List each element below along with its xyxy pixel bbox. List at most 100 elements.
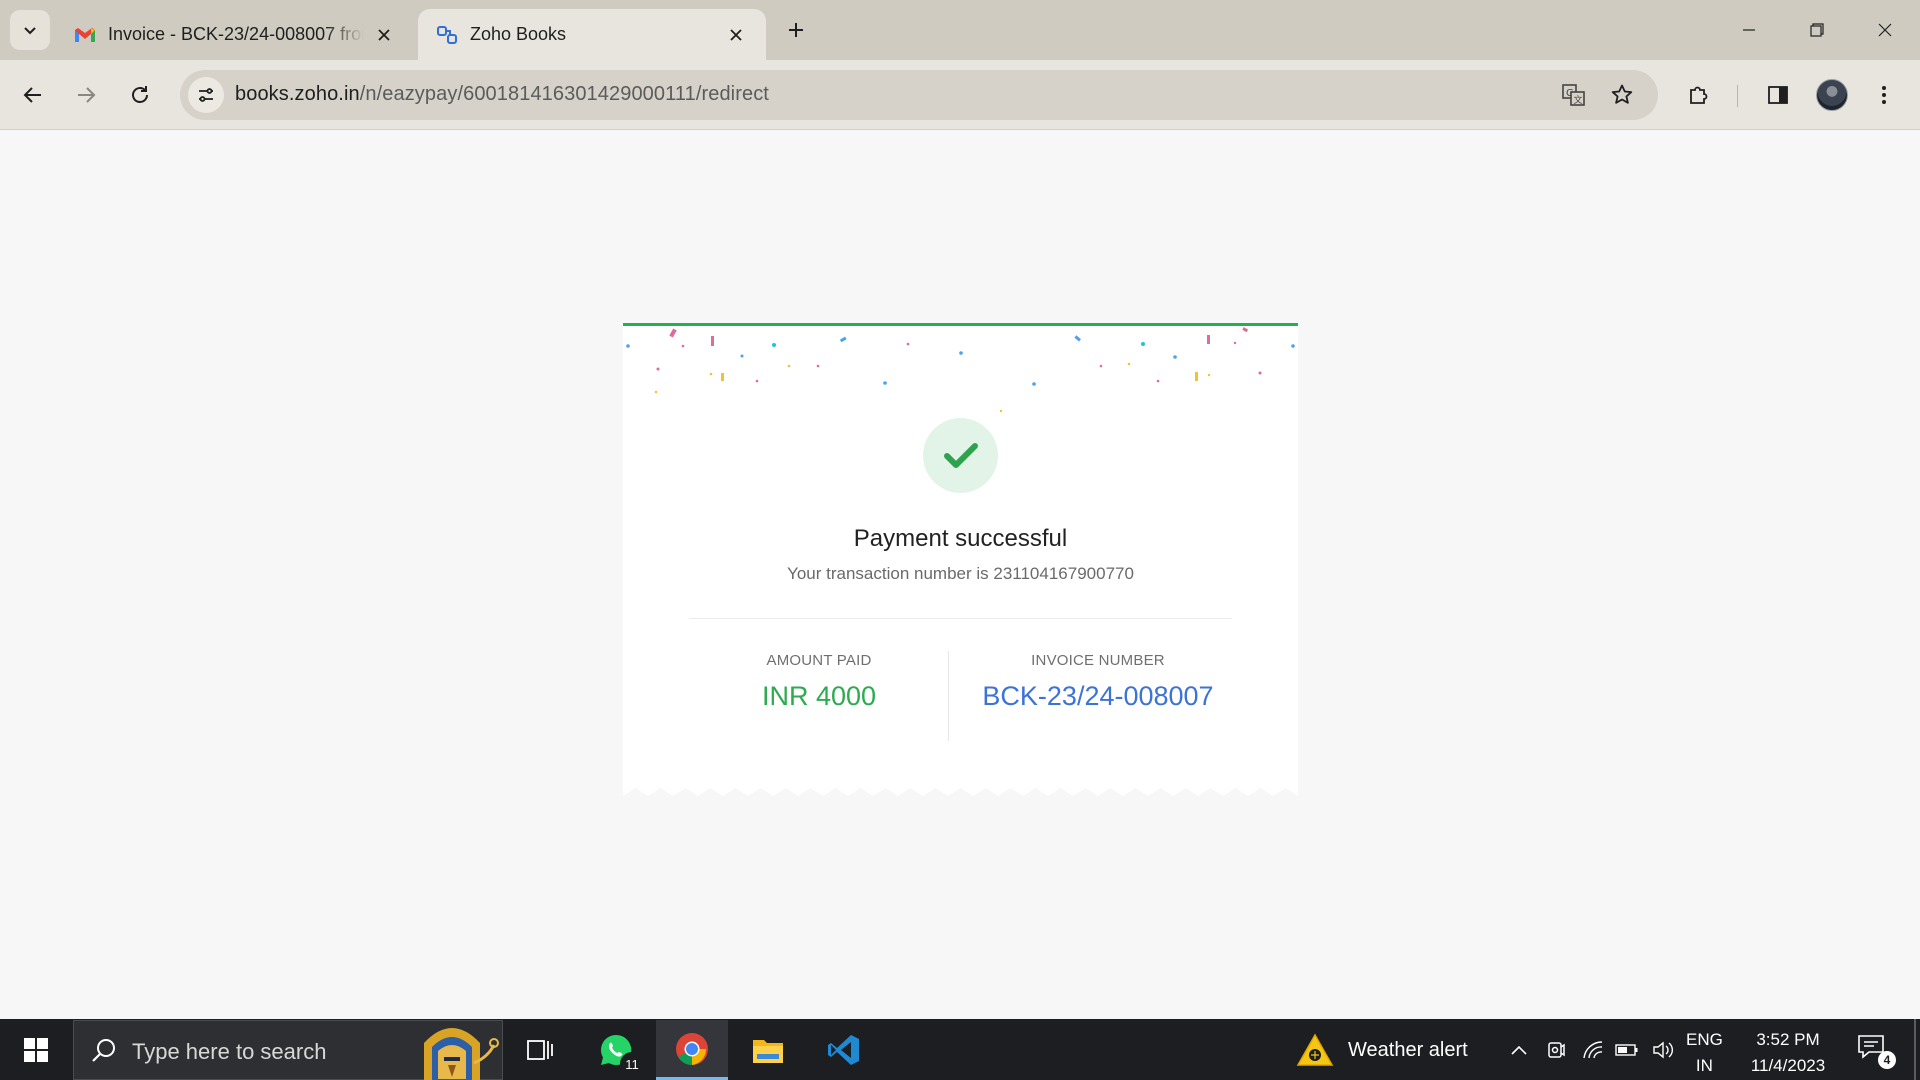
puzzle-icon — [1690, 86, 1708, 104]
star-icon — [1611, 84, 1633, 104]
forward-button[interactable] — [67, 76, 105, 114]
chrome-icon — [676, 1032, 708, 1065]
tray-network[interactable] — [1580, 1037, 1606, 1063]
clock-date: 11/4/2023 — [1750, 1056, 1826, 1075]
svg-text:文: 文 — [1574, 94, 1583, 106]
show-desktop-button[interactable] — [1914, 1019, 1916, 1080]
input-language[interactable]: ENG IN — [1686, 1027, 1723, 1079]
task-view-icon — [527, 1040, 553, 1060]
battery-icon — [1615, 1044, 1638, 1056]
back-button[interactable] — [14, 76, 52, 114]
search-highlight-pharaoh-icon — [424, 1028, 499, 1080]
windows-taskbar: Type here to search 11 Weather alert ENG… — [0, 1019, 1920, 1080]
taskbar-chrome[interactable] — [656, 1020, 728, 1080]
confetti-decoration — [626, 327, 1295, 413]
arrow-left-icon — [23, 87, 41, 103]
windows-logo-icon — [24, 1038, 48, 1062]
arrow-right-icon — [78, 87, 96, 103]
check-icon — [943, 442, 978, 468]
invoice-number-block: INVOICE NUMBER BCK-23/24-008007 — [948, 652, 1248, 712]
taskbar-file-explorer[interactable] — [732, 1020, 804, 1080]
side-panel-button[interactable] — [1759, 76, 1797, 114]
region-code: IN — [1695, 1056, 1713, 1075]
chevron-up-icon — [1511, 1045, 1527, 1055]
tab-strip: Invoice - BCK-23/24-008007 from Zoho Boo… — [0, 0, 1920, 60]
invoice-number-link[interactable]: BCK-23/24-008007 — [948, 681, 1248, 712]
task-view-button[interactable] — [504, 1020, 576, 1080]
success-icon-circle — [923, 418, 998, 493]
weather-widget[interactable]: Weather alert — [1296, 1031, 1468, 1069]
tune-icon — [199, 88, 213, 102]
receipt-torn-edge — [623, 788, 1298, 802]
profile-avatar[interactable] — [1816, 79, 1848, 111]
notification-center-button[interactable]: 4 — [1856, 1033, 1896, 1069]
transaction-number-text: Your transaction number is 2311041679007… — [787, 564, 1134, 583]
new-tab-button[interactable] — [780, 14, 812, 46]
close-icon — [378, 28, 390, 41]
reload-button[interactable] — [121, 76, 159, 114]
chrome-menu-button[interactable] — [1865, 76, 1903, 114]
zoho-books-icon — [437, 25, 457, 44]
search-icon — [92, 1039, 115, 1062]
warning-icon — [1296, 1033, 1334, 1066]
url-host: books.zoho.in — [235, 83, 360, 105]
taskbar-vscode[interactable] — [808, 1020, 880, 1080]
speaker-icon — [1653, 1041, 1673, 1059]
tab-zoho-books[interactable]: Zoho Books — [418, 9, 766, 60]
start-button[interactable] — [10, 1029, 62, 1071]
taskbar-clock[interactable]: 3:52 PM 11/4/2023 — [1738, 1027, 1838, 1079]
close-icon — [730, 28, 742, 41]
restore-icon — [1810, 23, 1824, 37]
amount-paid-value: INR 4000 — [761, 681, 877, 711]
whatsapp-badge: 11 — [620, 1052, 644, 1076]
close-icon — [1878, 23, 1892, 37]
amount-paid-label: AMOUNT PAID — [766, 652, 872, 669]
tray-meet-now[interactable] — [1543, 1037, 1569, 1063]
tab-search-button[interactable] — [10, 10, 50, 50]
toolbar-divider — [1737, 85, 1738, 107]
tray-volume[interactable] — [1650, 1037, 1676, 1063]
payment-receipt-card: Payment successful Your transaction numb… — [623, 323, 1298, 802]
url-text[interactable]: books.zoho.in/n/eazypay/6001814163014290… — [235, 83, 769, 106]
address-bar[interactable]: books.zoho.in/n/eazypay/6001814163014290… — [180, 70, 1658, 120]
notification-count: 4 — [1878, 1051, 1896, 1069]
taskbar-whatsapp[interactable]: 11 — [580, 1020, 652, 1080]
taskbar-search-box[interactable]: Type here to search — [73, 1020, 503, 1080]
page-content: Payment successful Your transaction numb… — [0, 131, 1920, 1019]
receipt-divider — [689, 618, 1232, 619]
gmail-icon — [75, 27, 95, 42]
invoice-number-label: INVOICE NUMBER — [1031, 652, 1165, 669]
close-tab-button[interactable] — [724, 23, 748, 47]
translate-icon: G文 — [1562, 84, 1585, 106]
close-window-button[interactable] — [1862, 10, 1908, 50]
tray-battery[interactable] — [1614, 1037, 1640, 1063]
extensions-button[interactable] — [1680, 76, 1718, 114]
tab-title: Zoho Books — [470, 24, 567, 44]
minimize-button[interactable] — [1726, 10, 1772, 50]
side-panel-icon — [1768, 86, 1788, 104]
language-code: ENG — [1686, 1030, 1723, 1049]
clock-time: 3:52 PM — [1756, 1030, 1820, 1049]
site-info-button[interactable] — [188, 77, 224, 113]
camera-icon — [1548, 1042, 1565, 1058]
restore-button[interactable] — [1794, 10, 1840, 50]
show-hidden-icons-button[interactable] — [1506, 1037, 1532, 1063]
close-tab-button[interactable] — [372, 23, 396, 47]
bookmark-button[interactable] — [1606, 79, 1638, 111]
payment-status-title: Payment successful — [853, 525, 1068, 552]
amount-paid-block: AMOUNT PAID INR 4000 — [703, 652, 935, 712]
tab-title: Invoice - BCK-23/24-008007 from — [108, 24, 364, 44]
minimize-icon — [1743, 29, 1755, 31]
translate-button[interactable]: G文 — [1558, 79, 1590, 111]
wifi-icon — [1583, 1041, 1603, 1059]
weather-alert-text: Weather alert — [1348, 1038, 1468, 1061]
chevron-down-icon — [24, 27, 36, 35]
tab-gmail-invoice[interactable]: Invoice - BCK-23/24-008007 from — [56, 9, 414, 60]
search-placeholder: Type here to search — [132, 1039, 327, 1064]
file-explorer-icon — [753, 1040, 783, 1063]
plus-icon — [789, 23, 803, 37]
more-vertical-icon — [1882, 86, 1886, 104]
vscode-icon — [828, 1035, 859, 1065]
browser-toolbar: books.zoho.in/n/eazypay/6001814163014290… — [0, 60, 1920, 130]
url-path: /n/eazypay/600181416301429000111/redirec… — [359, 83, 769, 105]
